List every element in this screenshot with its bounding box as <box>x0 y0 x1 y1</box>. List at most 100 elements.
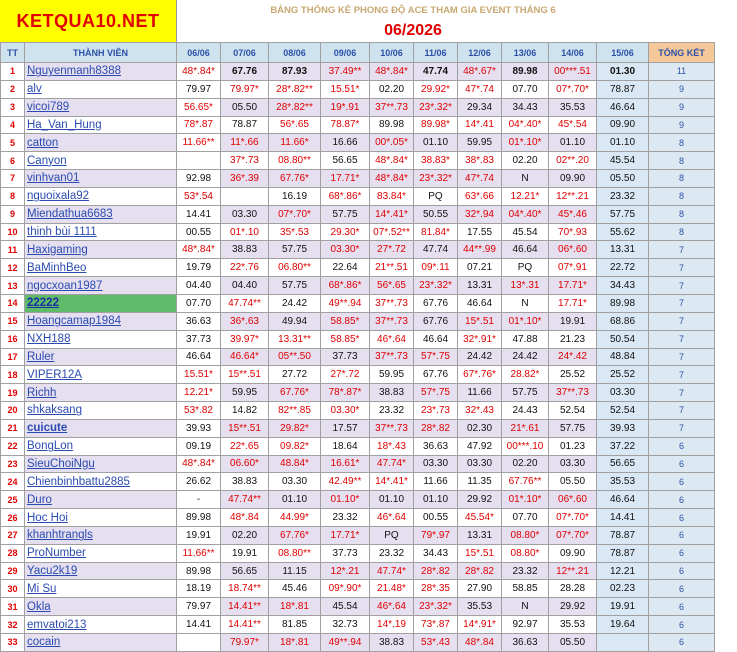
member-name-link[interactable]: NXH188 <box>24 329 177 349</box>
member-name-link[interactable]: Hoangcamap1984 <box>24 311 177 331</box>
score-cell: 68.86 <box>596 311 649 331</box>
score-cell: 13.31 <box>596 240 649 260</box>
score-cell: 15**.51 <box>220 418 269 438</box>
score-cell: 52.54 <box>548 401 597 420</box>
score-cell: 35.53 <box>548 97 597 117</box>
table-row: 23 SieuChoiNgu 48*.84* 06.60* 48.84* 16.61* 47… <box>0 454 715 474</box>
score-cell: 27.72 <box>268 365 321 385</box>
total-cell: 6 <box>648 579 715 599</box>
score-cell: 19.91 <box>176 525 221 545</box>
score-cell: 07.70 <box>176 293 221 313</box>
row-number: 14 <box>0 293 25 313</box>
member-name-link[interactable]: BongLon <box>24 436 177 456</box>
score-cell: 48*.67* <box>457 62 502 81</box>
score-cell: 67.76* <box>268 525 321 545</box>
member-name-link[interactable]: Nguyenmanh8388 <box>24 62 177 81</box>
stats-table: TT THÀNH VIÊN 06/06 07/06 08/06 09/06 10… <box>0 42 715 652</box>
score-cell: 47.88 <box>501 329 549 349</box>
score-cell: 22*.76 <box>220 258 269 278</box>
member-name-link[interactable]: shkaksang <box>24 401 177 420</box>
member-name-link[interactable]: alv <box>24 79 177 99</box>
score-cell: 23.32 <box>369 401 414 420</box>
score-cell: 16.61* <box>320 454 370 474</box>
score-cell: 89.98 <box>176 561 221 581</box>
total-cell: 6 <box>648 490 715 510</box>
score-cell: 59.95 <box>369 365 414 385</box>
score-cell: 27.90 <box>457 579 502 599</box>
score-cell: 29.92 <box>548 597 597 617</box>
table-row: 26 Hoc Hoi 89.98 48*.84 44.99* 23.32 46*.64 00.… <box>0 508 715 527</box>
member-name-link[interactable]: Duro <box>24 490 177 510</box>
score-cell: 02.20 <box>369 79 414 99</box>
member-name-link[interactable]: Chienbinhbattu2885 <box>24 472 177 492</box>
table-row: 27 khanhtrangls 19.91 02.20 67.76* 17.71* PQ 79… <box>0 525 715 545</box>
score-cell: 63*.66 <box>457 186 502 206</box>
member-name-link[interactable]: cocain <box>24 633 177 652</box>
row-number: 7 <box>0 169 25 188</box>
member-name-link[interactable]: VIPER12A <box>24 365 177 385</box>
member-name-link[interactable]: 22222 <box>24 293 177 313</box>
member-name-link[interactable]: ProNumber <box>24 543 177 563</box>
row-number: 31 <box>0 597 25 617</box>
score-cell: 07*.70* <box>548 525 597 545</box>
score-cell: 57*.75 <box>413 347 458 367</box>
member-name-link[interactable]: ngocxoan1987 <box>24 276 177 295</box>
member-name-link[interactable]: Canyon <box>24 151 177 171</box>
score-cell: 02.20 <box>501 151 549 171</box>
score-cell: 37.73 <box>320 347 370 367</box>
score-cell: 23.32 <box>320 508 370 527</box>
member-name-link[interactable]: vinhvan01 <box>24 169 177 188</box>
score-cell: 03.30 <box>596 383 649 403</box>
table-row: 30 Mi Su 18.19 18.74** 45.46 09*.90* 21.48* 28*… <box>0 579 715 599</box>
score-cell: 35*.53 <box>268 222 321 242</box>
member-name-link[interactable]: vicoi789 <box>24 97 177 117</box>
member-name-link[interactable]: Ruler <box>24 347 177 367</box>
score-cell: - <box>176 490 221 510</box>
score-cell: 46.64 <box>457 293 502 313</box>
member-name-link[interactable]: nguoixala92 <box>24 186 177 206</box>
member-name-link[interactable]: catton <box>24 133 177 153</box>
score-cell: 17.55 <box>457 222 502 242</box>
score-cell: 36*.39 <box>220 169 269 188</box>
member-name-link[interactable]: cuicute <box>24 418 177 438</box>
member-name-link[interactable]: Hoc Hoi <box>24 508 177 527</box>
total-cell: 7 <box>648 311 715 331</box>
member-name-link[interactable]: Okla <box>24 597 177 617</box>
score-cell: 53*.43 <box>413 633 458 652</box>
score-cell: 46*.64 <box>369 329 414 349</box>
score-cell: 02.20 <box>501 454 549 474</box>
row-number: 20 <box>0 401 25 420</box>
table-row: 13 ngocxoan1987 04.40 04.40 57.75 68*.86* 56*.… <box>0 276 715 295</box>
score-cell: 32*.43 <box>457 401 502 420</box>
member-name-link[interactable]: BaMinhBeo <box>24 258 177 278</box>
score-cell: 49.94 <box>268 311 321 331</box>
total-cell: 7 <box>648 401 715 420</box>
score-cell: 45.54 <box>501 222 549 242</box>
score-cell: 35.53 <box>457 597 502 617</box>
score-cell: 12*.21 <box>320 561 370 581</box>
member-name-link[interactable]: Ha_Van_Hung <box>24 115 177 135</box>
score-cell: 28*.82 <box>413 418 458 438</box>
score-cell: 37**.73 <box>369 97 414 117</box>
score-cell: 67.76** <box>501 472 549 492</box>
member-name-link[interactable]: Mi Su <box>24 579 177 599</box>
score-cell: 37**.73 <box>369 418 414 438</box>
row-number: 16 <box>0 329 25 349</box>
table-row: 29 Yacu2k19 89.98 56.65 11.15 12*.21 47.74* 28*… <box>0 561 715 581</box>
member-name-link[interactable]: thinh bùi 1111 <box>24 222 177 242</box>
member-name-link[interactable]: Haxigaming <box>24 240 177 260</box>
score-cell: 01.10 <box>413 490 458 510</box>
member-name-link[interactable]: Yacu2k19 <box>24 561 177 581</box>
score-cell: 37**.73 <box>548 383 597 403</box>
member-name-link[interactable]: khanhtrangls <box>24 525 177 545</box>
score-cell: 04.40 <box>220 276 269 295</box>
member-name-link[interactable]: SieuChoiNgu <box>24 454 177 474</box>
score-cell: 67*.76* <box>457 365 502 385</box>
score-cell: 56.65* <box>176 97 221 117</box>
row-number: 17 <box>0 347 25 367</box>
member-name-link[interactable]: Miendathua6683 <box>24 204 177 224</box>
member-name-link[interactable]: Richh <box>24 383 177 403</box>
table-row: 18 VIPER12A 15.51* 15**.51 27.72 27*.72 59.95 6… <box>0 365 715 385</box>
score-cell: 13.31** <box>268 329 321 349</box>
score-cell: 11.35 <box>457 472 502 492</box>
